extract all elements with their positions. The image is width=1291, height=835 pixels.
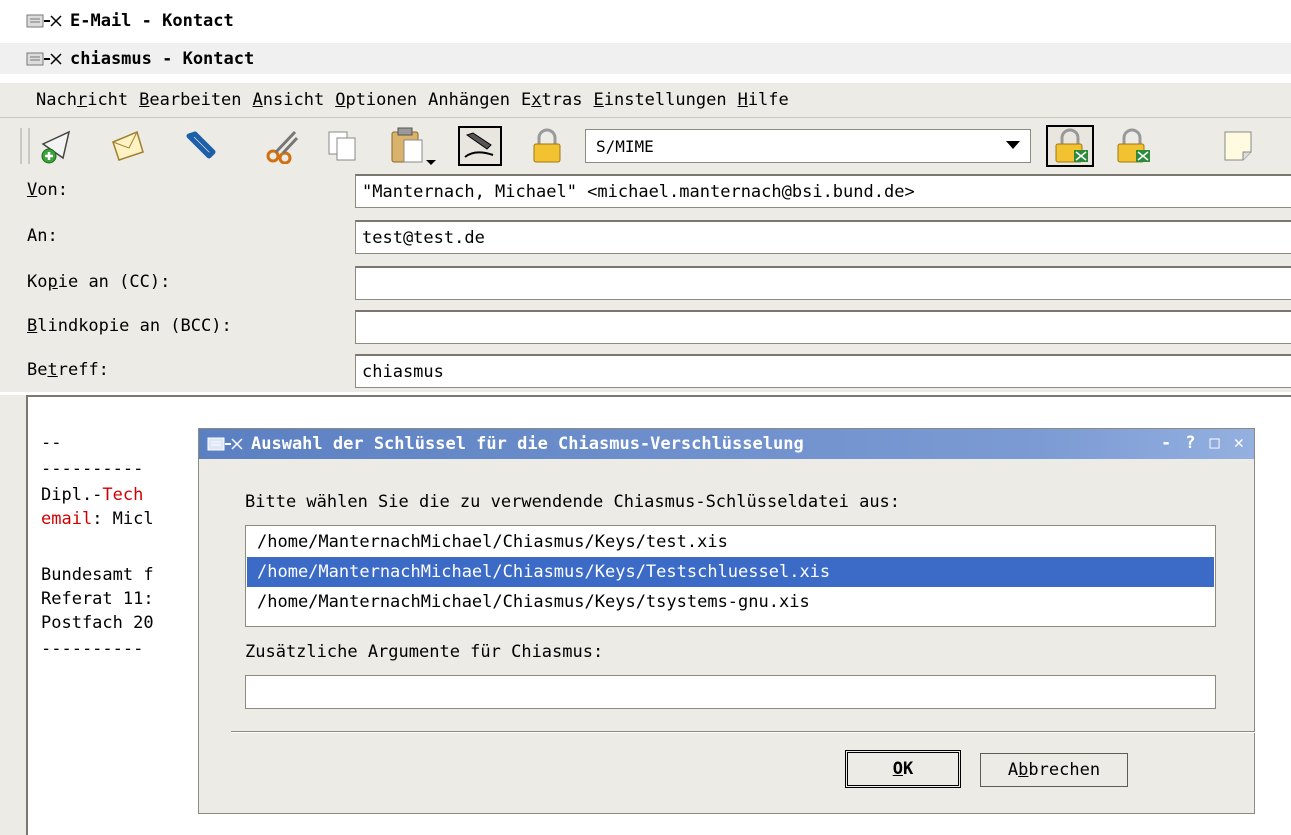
bcc-label: Blindkopie an (BCC): bbox=[27, 316, 232, 336]
key-file-item-selected[interactable]: /home/ManternachMichael/Chiasmus/Keys/Te… bbox=[247, 557, 1214, 587]
to-label: An: bbox=[27, 226, 58, 246]
paste-icon bbox=[391, 127, 436, 165]
signature-line: ---------- bbox=[41, 459, 144, 479]
sign-icon bbox=[464, 132, 494, 158]
key-file-list[interactable]: /home/ManternachMichael/Chiasmus/Keys/te… bbox=[245, 525, 1216, 627]
menu-optionen[interactable]: Optionen bbox=[334, 90, 418, 110]
message-header-form: Von: "Manternach, Michael" <michael.mant… bbox=[0, 172, 1291, 392]
send-later-icon bbox=[112, 130, 144, 161]
crypto-format-value: S/MIME bbox=[596, 136, 654, 156]
send-new-button[interactable] bbox=[38, 126, 78, 166]
bcc-field[interactable] bbox=[355, 310, 1291, 344]
signature-line: Referat 11: bbox=[41, 589, 154, 609]
subject-row: Betreff: chiasmus bbox=[0, 352, 1291, 392]
menu-anhaengen[interactable]: Anhängen bbox=[427, 90, 511, 110]
note-button[interactable] bbox=[1218, 126, 1258, 166]
kontact-window-icon bbox=[207, 436, 243, 452]
maximize-icon[interactable]: □ bbox=[1210, 433, 1220, 453]
copy-icon bbox=[328, 131, 356, 161]
paste-button[interactable] bbox=[388, 126, 444, 166]
from-row: Von: "Manternach, Michael" <michael.mant… bbox=[0, 172, 1291, 212]
dialog-titlebar[interactable]: Auswahl der Schlüssel für die Chiasmus-V… bbox=[199, 429, 1254, 459]
help-icon[interactable]: ? bbox=[1185, 433, 1195, 453]
menu-einstellungen[interactable]: Einstellungen bbox=[592, 90, 727, 110]
chevron-down-icon bbox=[1006, 141, 1020, 149]
dialog-separator bbox=[231, 731, 1255, 733]
signature-line: -- bbox=[41, 433, 62, 453]
cancel-button[interactable]: Ab brechen bbox=[980, 753, 1128, 787]
signature-line: Postfach 20 bbox=[41, 613, 154, 633]
cut-icon bbox=[266, 130, 299, 164]
note-icon bbox=[1224, 131, 1252, 161]
window-titlebar-email[interactable]: E-Mail - Kontact bbox=[0, 5, 1291, 36]
chiasmus-encrypt-icon bbox=[1117, 128, 1150, 163]
menu-bar: Nachricht Bearbeiten Ansicht Optionen An… bbox=[0, 83, 1291, 118]
kontact-window-icon bbox=[26, 13, 62, 29]
toolbar-handle[interactable] bbox=[20, 128, 30, 164]
toolbar: S/MIME bbox=[0, 118, 1291, 173]
signature-line: email: Micl bbox=[41, 509, 154, 529]
kontact-window-icon bbox=[26, 51, 62, 67]
menu-nachricht[interactable]: Nachricht bbox=[35, 90, 129, 110]
cc-label: Kopie an (CC): bbox=[27, 272, 171, 292]
signature-line: ---------- bbox=[41, 639, 144, 659]
subject-value: chiasmus bbox=[362, 361, 444, 382]
to-row: An: test@test.de bbox=[0, 218, 1291, 258]
to-value: test@test.de bbox=[362, 227, 485, 248]
dialog-title: Auswahl der Schlüssel für die Chiasmus-V… bbox=[251, 434, 804, 454]
to-field[interactable]: test@test.de bbox=[355, 220, 1291, 254]
window-title: chiasmus - Kontact bbox=[70, 48, 255, 69]
encrypt-icon bbox=[533, 128, 561, 163]
window-titlebar-composer[interactable]: chiasmus - Kontact bbox=[0, 43, 1291, 74]
cc-row: Kopie an (CC): bbox=[0, 264, 1291, 304]
from-value: "Manternach, Michael" <michael.manternac… bbox=[362, 181, 915, 202]
from-label: Von: bbox=[27, 180, 68, 200]
encrypt-message-toggle[interactable] bbox=[526, 126, 566, 166]
minimize-icon[interactable]: - bbox=[1161, 433, 1171, 453]
copy-button[interactable] bbox=[322, 126, 362, 166]
sign-message-toggle[interactable] bbox=[458, 126, 502, 166]
menu-hilfe[interactable]: Hilfe bbox=[737, 90, 790, 110]
chiasmus-encrypt-toggle[interactable] bbox=[1112, 126, 1152, 166]
editor-margin bbox=[0, 395, 26, 835]
arguments-input[interactable] bbox=[245, 675, 1216, 709]
attach-icon bbox=[186, 131, 216, 159]
subject-label: Betreff: bbox=[27, 360, 109, 380]
bcc-row: Blindkopie an (BCC): bbox=[0, 308, 1291, 348]
key-file-item[interactable]: /home/ManternachMichael/Chiasmus/Keys/te… bbox=[247, 527, 1214, 557]
menu-ansicht[interactable]: Ansicht bbox=[252, 90, 326, 110]
attach-button[interactable] bbox=[180, 126, 220, 166]
ok-button[interactable]: OK bbox=[845, 750, 961, 788]
subject-field[interactable]: chiasmus bbox=[355, 354, 1291, 388]
signature-line: Bundesamt f bbox=[41, 565, 154, 585]
from-field[interactable]: "Manternach, Michael" <michael.manternac… bbox=[355, 174, 1291, 208]
arguments-label: Zusätzliche Argumente für Chiasmus: bbox=[245, 642, 604, 662]
chiasmus-key-dialog: Auswahl der Schlüssel für die Chiasmus-V… bbox=[198, 428, 1255, 814]
send-later-button[interactable] bbox=[108, 126, 148, 166]
chiasmus-sign-icon bbox=[1055, 128, 1088, 163]
chiasmus-sign-toggle[interactable] bbox=[1046, 125, 1094, 167]
send-new-icon bbox=[41, 130, 71, 164]
close-icon[interactable]: ✕ bbox=[1234, 433, 1244, 453]
menu-extras[interactable]: Extras bbox=[520, 90, 583, 110]
cut-button[interactable] bbox=[264, 126, 304, 166]
crypto-format-select[interactable]: S/MIME bbox=[585, 129, 1031, 163]
signature-line: Dipl.-Tech bbox=[41, 485, 144, 505]
window-title: E-Mail - Kontact bbox=[70, 10, 234, 31]
menu-bearbeiten[interactable]: Bearbeiten bbox=[138, 90, 242, 110]
dialog-prompt: Bitte wählen Sie die zu verwendende Chia… bbox=[245, 492, 901, 512]
cc-field[interactable] bbox=[355, 266, 1291, 300]
key-file-item[interactable]: /home/ManternachMichael/Chiasmus/Keys/ts… bbox=[247, 587, 1214, 617]
